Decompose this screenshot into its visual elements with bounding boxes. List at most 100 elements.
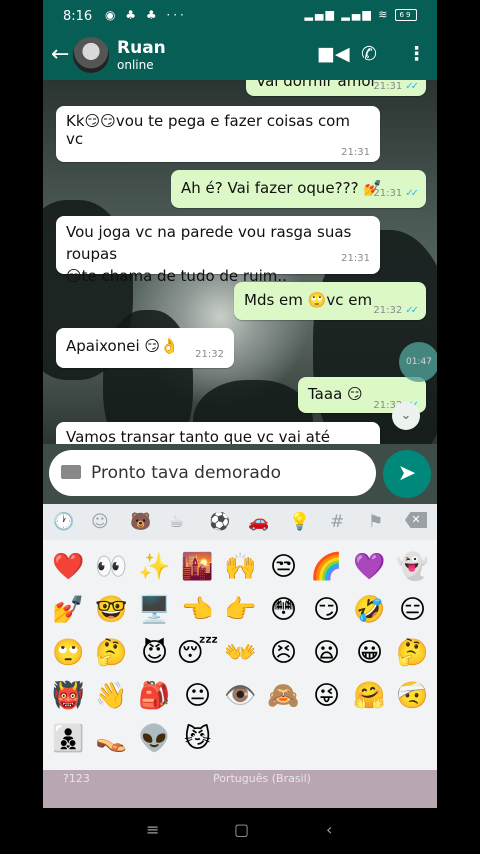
send-icon: ➤ [397,461,417,486]
emoji-key[interactable]: 👋 [90,675,133,718]
status-bar: 8:16 ◉ ♣ ♣ ··· ▂▄▆ ▂▄▆ ≋ 69 [43,0,437,32]
floating-call-overlay[interactable]: 01:47 [399,342,437,382]
scroll-down-button[interactable]: ⌄ [392,402,420,430]
emoji-key[interactable]: ✨ [133,546,176,589]
emoji-key[interactable]: 😀 [348,632,391,675]
emoji-key[interactable]: 🤕 [391,675,434,718]
emoji-key[interactable]: 🙌 [219,546,262,589]
back-icon[interactable]: ‹ [326,820,332,839]
read-ticks-icon: ✓✓ [405,81,419,92]
symbols-key[interactable]: ?123 [63,772,90,785]
contact-name[interactable]: Ruan [117,38,166,58]
avatar[interactable] [73,37,109,73]
emoji-category-bar: 🕐 ☺ 🐻 ☕ ⚽ 🚗 💡 # ⚑ ✕ [43,504,437,540]
emoji-key[interactable]: 😼 [176,718,219,761]
recent-category-icon[interactable]: 🕐 [53,512,74,532]
back-arrow-icon[interactable]: ← [51,42,69,67]
message-text: Vou joga vc na parede vou rasga suas rou… [66,223,352,263]
emoji-key[interactable]: 👀 [90,546,133,589]
emoji-key[interactable]: 👨‍👦‍👦 [47,718,90,761]
emoji-key[interactable]: 😑 [391,589,434,632]
video-call-icon[interactable]: ■◀ [317,43,350,65]
food-category-icon[interactable]: ☕ [169,512,184,532]
message-input[interactable]: Pronto tava demorado [49,450,376,496]
signal-icons: ▂▄▆ ▂▄▆ ≋ 69 [305,8,417,21]
message-emoji: 😏👌 [144,337,179,355]
phone-call-icon[interactable]: ✆ [361,43,377,65]
emoji-key[interactable]: 🎒 [133,675,176,718]
smileys-category-icon[interactable]: ☺ [91,512,109,532]
emoji-key[interactable]: 😏 [305,589,348,632]
symbols-category-icon[interactable]: # [330,512,344,532]
emoji-key[interactable]: 🤓 [90,589,133,632]
flags-category-icon[interactable]: ⚑ [368,512,383,532]
emoji-key[interactable]: 💅 [47,589,90,632]
emoji-key[interactable]: 🤗 [348,675,391,718]
emoji-key[interactable]: 😜 [305,675,348,718]
emoji-key[interactable]: 😈 [133,632,176,675]
message-text: Ah é? Vai fazer oque??? [181,179,359,197]
emoji-key[interactable]: 😴 [176,632,219,675]
emoji-key[interactable]: 👡 [90,718,133,761]
message-text: vc em [326,291,373,309]
message-bubble[interactable]: Mds em 🙄vc em 21:32 ✓✓ [234,282,426,320]
emoji-key[interactable]: 💜 [348,546,391,589]
emoji-key[interactable]: 😣 [262,632,305,675]
message-time: 21:31 [341,253,370,264]
contact-status: online [117,58,154,72]
message-bubble[interactable]: Vamos transar tanto que vc vai até desma… [56,422,380,444]
emoji-key[interactable]: 👁️ [219,675,262,718]
emoji-key[interactable]: 😐 [176,675,219,718]
message-bubble[interactable]: Vai dormir amor 21:31 ✓✓ [246,80,426,96]
emoji-key[interactable]: 👻 [391,546,434,589]
emoji-key[interactable]: 🌇 [176,546,219,589]
emoji-key[interactable]: 🤔 [90,632,133,675]
emoji-key[interactable]: 👐 [219,632,262,675]
emoji-key[interactable]: 🤔 [391,632,434,675]
message-bubble[interactable]: Apaixonei 😏👌 21:32 [56,328,234,368]
message-emoji: 😏 [347,385,363,403]
phone-screen: 8:16 ◉ ♣ ♣ ··· ▂▄▆ ▂▄▆ ≋ 69 ← Ruan onlin… [43,0,437,808]
message-time: 21:31 [373,81,403,92]
clock: 8:16 [63,9,93,24]
emoji-key[interactable]: 🌈 [305,546,348,589]
emoji-key[interactable]: 😒 [262,546,305,589]
message-emoji: 🙄 [307,291,327,309]
backspace-icon[interactable]: ✕ [405,512,427,528]
keyboard-icon[interactable] [61,465,81,479]
battery-icon: 69 [395,9,417,21]
emoji-key[interactable]: 😦 [305,632,348,675]
emoji-key[interactable]: 😳 [262,589,305,632]
emoji-key[interactable]: 🙈 [262,675,305,718]
emoji-key[interactable]: 👈 [176,589,219,632]
emoji-key[interactable]: 🙄 [47,632,90,675]
animals-category-icon[interactable]: 🐻 [130,512,151,532]
overlay-time: 01:47 [406,357,432,367]
spacebar-key[interactable]: Português (Brasil) [213,772,311,785]
notification-icons: ◉ ♣ ♣ ··· [105,8,187,22]
message-bubble[interactable]: Vou joga vc na parede vou rasga suas rou… [56,216,380,285]
send-button[interactable]: ➤ [383,450,431,498]
emoji-key[interactable]: 👽 [133,718,176,761]
message-bubble[interactable]: Ah é? Vai fazer oque??? 💅 21:31 ✓✓ [171,170,426,208]
message-time: 21:32 [373,305,403,316]
message-text: Apaixonei [66,337,140,355]
chat-area: Vai dormir amor 21:31 ✓✓ Kk😏😏vou te pega … [43,80,437,444]
emoji-key[interactable]: 🖥️ [133,589,176,632]
message-emoji: 😏 [66,267,82,285]
message-bubble[interactable]: Kk😏😏vou te pega e fazer coisas com vc 21… [56,106,380,162]
recents-icon[interactable]: ≡ [146,820,159,839]
read-ticks-icon: ✓✓ [405,188,419,199]
objects-category-icon[interactable]: 💡 [289,512,310,532]
emoji-key[interactable]: 👉 [219,589,262,632]
message-text: Taaa [308,385,343,403]
emoji-key[interactable]: 🤣 [348,589,391,632]
message-text: Vamos transar tanto que vc vai até desma… [66,428,330,444]
travel-category-icon[interactable]: 🚗 [248,512,269,532]
home-icon[interactable]: ▢ [234,820,249,839]
activity-category-icon[interactable]: ⚽ [209,512,230,532]
message-text: Kk [66,112,85,130]
more-options-icon[interactable]: ⋮ [407,43,426,65]
emoji-key[interactable]: ❤️ [47,546,90,589]
emoji-key[interactable]: 👹 [47,675,90,718]
